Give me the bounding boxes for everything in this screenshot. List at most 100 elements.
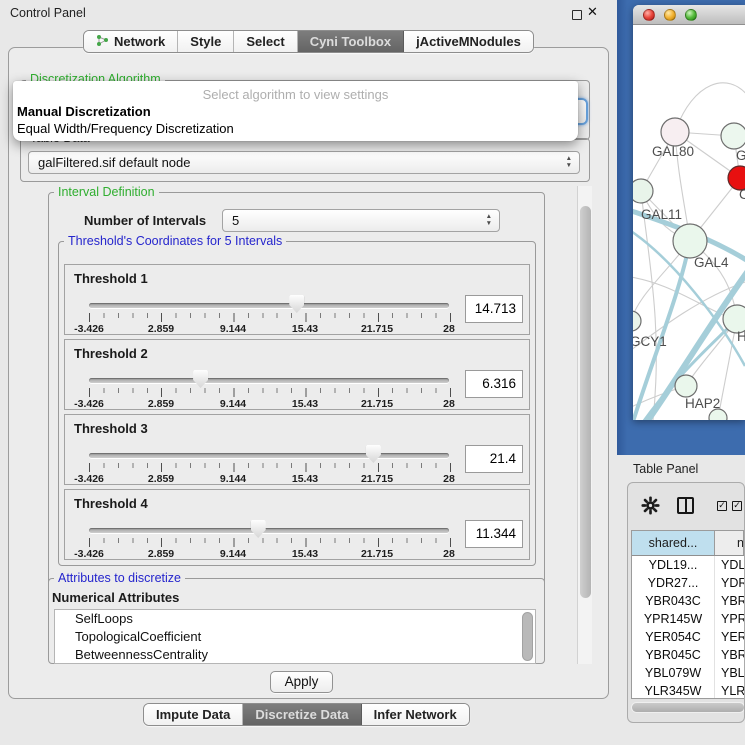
cell[interactable]: YBR0 [715, 646, 744, 664]
threshold-slider[interactable]: -3.426 2.859 9.144 15.43 21.715 28 [89, 516, 449, 560]
checkbox-icon[interactable] [732, 501, 742, 511]
gear-icon[interactable] [641, 496, 660, 515]
numerical-attributes-list[interactable]: SelfLoops TopologicalCoefficient Between… [54, 609, 536, 664]
threshold-value-field[interactable]: 21.4 [465, 445, 523, 473]
close-icon[interactable]: ✕ [587, 4, 598, 20]
threshold-row: Threshold 3 -3.426 2.859 9.144 15.43 21.… [64, 414, 530, 485]
slider-thumb[interactable] [289, 295, 304, 313]
dropdown-item-equal-width-frequency[interactable]: Equal Width/Frequency Discretization [16, 121, 575, 136]
tick-label: 28 [443, 398, 455, 410]
number-of-intervals-label: Number of Intervals [84, 213, 206, 228]
table-row[interactable]: YBR043CYBR0 [632, 592, 744, 610]
table-row[interactable]: YBL079WYBL0 [632, 664, 744, 682]
cell[interactable]: YBL0 [715, 664, 744, 682]
table-row[interactable]: YER054CYER0 [632, 628, 744, 646]
threshold-slider[interactable]: -3.426 2.859 9.144 15.43 21.715 28 [89, 441, 449, 485]
tick-label: 2.859 [148, 548, 174, 560]
numerical-attributes-label: Numerical Attributes [52, 590, 179, 605]
panel-scrollbar[interactable] [577, 186, 592, 664]
bottom-tabbar: Impute Data Discretize Data Infer Networ… [143, 703, 470, 726]
cell[interactable]: YBR045C [632, 646, 715, 664]
slider-thumb[interactable] [193, 370, 208, 388]
minimize-traffic-light[interactable] [664, 9, 676, 21]
tab-infer-network[interactable]: Infer Network [362, 704, 469, 725]
list-item[interactable]: TopologicalCoefficient [55, 628, 535, 646]
cell[interactable]: YDL1 [715, 556, 744, 574]
number-of-intervals-value: 5 [232, 213, 239, 228]
threshold-slider[interactable]: -3.426 2.859 9.144 15.43 21.715 28 [89, 291, 449, 335]
node-partial-top[interactable] [721, 123, 745, 149]
apply-button[interactable]: Apply [270, 671, 333, 693]
threshold-value-field[interactable]: 6.316 [465, 370, 523, 398]
node-label: GAL11 [641, 207, 682, 222]
list-item[interactable]: SelfLoops [55, 610, 535, 628]
tick-label: 2.859 [148, 473, 174, 485]
tab-cyni-toolbox[interactable]: Cyni Toolbox [298, 31, 404, 52]
cell[interactable]: YBL079W [632, 664, 715, 682]
slider-ticks [89, 388, 451, 397]
tab-jactivemnodules[interactable]: jActiveMNodules [404, 31, 533, 52]
list-item[interactable]: BetweennessCentrality [55, 646, 535, 664]
slider-thumb[interactable] [366, 445, 381, 463]
tick-label: 15.43 [292, 548, 318, 560]
node-gcy1[interactable] [633, 311, 641, 331]
zoom-traffic-light[interactable] [685, 9, 697, 21]
table-row[interactable]: YDL19...YDL1 [632, 556, 744, 574]
cell[interactable]: YPR1 [715, 610, 744, 628]
cell[interactable]: YDR27... [632, 574, 715, 592]
tab-label: Discretize Data [255, 707, 348, 722]
slider-thumb[interactable] [251, 520, 266, 538]
column-header-name[interactable]: n [715, 531, 744, 555]
cell[interactable]: YLR345W [632, 682, 715, 699]
split-columns-icon[interactable] [677, 497, 694, 514]
threshold-value-field[interactable]: 11.344 [465, 520, 523, 548]
table-row[interactable]: YLR345WYLR3 [632, 682, 744, 699]
node-hap2[interactable] [675, 375, 697, 397]
node-label: GCY1 [633, 334, 667, 349]
node-gal11[interactable] [633, 179, 653, 203]
cell[interactable]: YDR2 [715, 574, 744, 592]
threshold-label: Threshold 4 [74, 496, 148, 511]
threshold-value-field[interactable]: 14.713 [465, 295, 523, 323]
threshold-label: Threshold 2 [74, 346, 148, 361]
cell[interactable]: YLR3 [715, 682, 744, 699]
tab-network[interactable]: Network [84, 31, 178, 52]
tick-label: 2.859 [148, 323, 174, 335]
checkbox-icon[interactable] [717, 501, 727, 511]
slider-ticks [89, 463, 451, 472]
tab-select[interactable]: Select [234, 31, 297, 52]
tab-label: Infer Network [374, 707, 457, 722]
dropdown-item-manual-discretization[interactable]: Manual Discretization [16, 104, 575, 119]
cell[interactable]: YBR0 [715, 592, 744, 610]
table-data-combo[interactable]: galFiltered.sif default node ▲▼ [28, 151, 580, 174]
tick-label: -3.426 [74, 473, 104, 485]
table-row[interactable]: YBR045CYBR0 [632, 646, 744, 664]
float-window-icon[interactable] [572, 10, 582, 20]
cell[interactable]: YDL19... [632, 556, 715, 574]
dropdown-prompt: Select algorithm to view settings [13, 87, 578, 102]
horizontal-scrollbar[interactable] [631, 702, 745, 713]
tab-label: Cyni Toolbox [310, 34, 391, 49]
table-row[interactable]: YDR27...YDR2 [632, 574, 744, 592]
tab-style[interactable]: Style [178, 31, 234, 52]
horizontal-scrollbar-thumb[interactable] [632, 703, 744, 712]
tab-impute-data[interactable]: Impute Data [144, 704, 243, 725]
cell[interactable]: YER0 [715, 628, 744, 646]
threshold-slider[interactable]: -3.426 2.859 9.144 15.43 21.715 28 [89, 366, 449, 410]
cell[interactable]: YER054C [632, 628, 715, 646]
close-traffic-light[interactable] [643, 9, 655, 21]
node-gal4[interactable] [673, 224, 707, 258]
column-header-shared-name[interactable]: shared... [632, 531, 715, 555]
tab-discretize-data[interactable]: Discretize Data [243, 704, 361, 725]
number-of-intervals-combo[interactable]: 5 ▲▼ [222, 209, 500, 232]
table-row[interactable]: YPR145WYPR1 [632, 610, 744, 628]
node-label: HAP2 [685, 396, 720, 411]
list-scrollbar[interactable] [522, 612, 533, 661]
tick-label: 9.144 [220, 398, 246, 410]
cell[interactable]: YPR145W [632, 610, 715, 628]
tick-label: 15.43 [292, 398, 318, 410]
network-window-titlebar[interactable] [633, 5, 745, 25]
node-gal80[interactable] [661, 118, 689, 146]
cell[interactable]: YBR043C [632, 592, 715, 610]
panel-scrollbar-thumb[interactable] [580, 206, 591, 598]
